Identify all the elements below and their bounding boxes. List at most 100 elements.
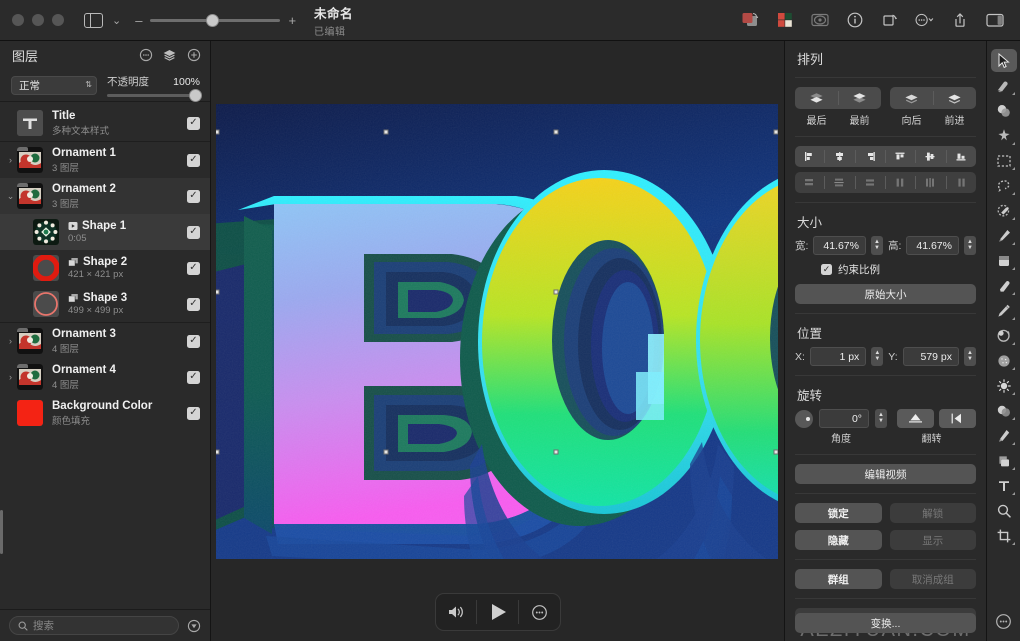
selection-brush-tool[interactable]: [991, 199, 1017, 222]
crop-tool[interactable]: [991, 524, 1017, 547]
smudge-tool[interactable]: [991, 74, 1017, 97]
x-input[interactable]: 1 px: [809, 347, 867, 366]
send-to-back-button[interactable]: [795, 87, 838, 109]
distribute-left-button[interactable]: [886, 172, 915, 193]
layer-row-ornament-2[interactable]: ⌄ Ornament 2 3 图层 ✓: [0, 178, 210, 214]
layer-visibility-checkbox[interactable]: ✓: [187, 225, 200, 239]
artboard[interactable]: [216, 104, 778, 559]
layer-visibility-checkbox[interactable]: ✓: [187, 261, 200, 275]
layer-visibility-checkbox[interactable]: ✓: [187, 116, 200, 130]
magic-wand-tool[interactable]: [991, 124, 1017, 147]
distribute-right-button[interactable]: [947, 172, 976, 193]
opacity-control[interactable]: 不透明度 100%: [107, 74, 202, 102]
disclosure-triangle-icon[interactable]: ›: [4, 336, 17, 346]
height-stepper[interactable]: ▲ ▼: [964, 236, 976, 255]
transform-icon[interactable]: [879, 9, 901, 31]
inspector-toggle-icon[interactable]: [984, 9, 1006, 31]
original-size-button[interactable]: 原始大小: [795, 284, 976, 304]
align-top-button[interactable]: [886, 146, 915, 167]
zoom-slider-track[interactable]: [150, 13, 281, 27]
color-swatches-icon[interactable]: [774, 9, 796, 31]
align-right-button[interactable]: [856, 146, 885, 167]
x-stepper[interactable]: ▲ ▼: [871, 347, 884, 366]
rectangular-marquee-tool[interactable]: [991, 149, 1017, 172]
transform-button[interactable]: 变换...: [795, 613, 976, 633]
shape-tool[interactable]: [991, 449, 1017, 472]
width-input[interactable]: 41.67%: [813, 236, 866, 255]
paintbrush-tool[interactable]: [991, 224, 1017, 247]
layers-list[interactable]: Title 多种文本样式 ✓ › Ornament 1 3 图层 ✓ ⌄ Ornament 2 3…: [0, 102, 210, 609]
lasso-tool[interactable]: [991, 174, 1017, 197]
maximize-button[interactable]: [52, 14, 64, 26]
pencil-tool[interactable]: [991, 299, 1017, 322]
align-middle-v-button[interactable]: [916, 146, 945, 167]
bring-to-front-button[interactable]: [839, 87, 882, 109]
layer-visibility-checkbox[interactable]: ✓: [187, 297, 200, 311]
selection-handle-bl[interactable]: [216, 449, 220, 455]
zoom-out-icon[interactable]: –: [135, 14, 142, 27]
zoom-slider-knob[interactable]: [206, 13, 220, 27]
dodge-tool[interactable]: [991, 374, 1017, 397]
y-input[interactable]: 579 px: [902, 347, 960, 366]
edit-video-button[interactable]: 编辑视频: [795, 464, 976, 484]
layer-row-shape-3[interactable]: Shape 3 499 × 499 px ✓: [0, 286, 210, 322]
y-stepper[interactable]: ▲ ▼: [964, 347, 977, 366]
zoom-in-icon[interactable]: +: [288, 14, 296, 27]
opacity-slider-track[interactable]: [107, 88, 202, 102]
flip-vertical-button[interactable]: [897, 409, 934, 428]
distribute-middle-button[interactable]: [825, 172, 854, 193]
selection-handle-tr[interactable]: [553, 129, 559, 135]
pen-tool[interactable]: [991, 424, 1017, 447]
opacity-slider-knob[interactable]: [189, 88, 202, 102]
bring-forward-button[interactable]: [934, 87, 977, 109]
selection-handle-tl[interactable]: [216, 129, 220, 135]
distribute-bottom-button[interactable]: [856, 172, 885, 193]
constrain-proportions-row[interactable]: ✓ 约束比例: [785, 255, 986, 277]
distribute-top-button[interactable]: [795, 172, 824, 193]
toolbar-scroll-indicator[interactable]: [0, 510, 3, 554]
angle-input[interactable]: 0°: [819, 409, 869, 428]
move-tool[interactable]: [990, 49, 1017, 72]
layer-row-ornament-4[interactable]: › Ornament 4 4 图层 ✓: [0, 359, 210, 395]
minimize-button[interactable]: [32, 14, 44, 26]
layer-visibility-checkbox[interactable]: ✓: [187, 153, 200, 167]
info-icon[interactable]: [844, 9, 866, 31]
lock-button[interactable]: 锁定: [795, 503, 882, 523]
flip-horizontal-button[interactable]: [939, 409, 976, 428]
layer-visibility-checkbox[interactable]: ✓: [187, 189, 200, 203]
zoom-tool[interactable]: [991, 499, 1017, 522]
sidebar-toggle-button[interactable]: [80, 9, 106, 31]
pixel-preview-icon[interactable]: [809, 9, 831, 31]
layer-row-background-color[interactable]: Background Color 颜色填充 ✓: [0, 395, 210, 431]
selection-handle-tc[interactable]: [383, 129, 389, 135]
align-bottom-button[interactable]: [947, 146, 976, 167]
noise-tool[interactable]: [991, 349, 1017, 372]
constrain-proportions-checkbox[interactable]: ✓: [821, 264, 832, 275]
more-icon[interactable]: [138, 48, 153, 63]
share-icon[interactable]: [949, 9, 971, 31]
more-options-icon[interactable]: [914, 9, 936, 31]
layer-visibility-checkbox[interactable]: ✓: [187, 406, 200, 420]
selection-handle-tr2[interactable]: [773, 129, 778, 135]
align-center-h-button[interactable]: [825, 146, 854, 167]
angle-stepper[interactable]: ▲ ▼: [875, 409, 887, 428]
view-options-chevron-down-icon[interactable]: ⌄: [112, 14, 121, 27]
disclosure-triangle-icon[interactable]: ›: [4, 155, 17, 165]
layer-visibility-checkbox[interactable]: ✓: [187, 370, 200, 384]
disclosure-triangle-icon[interactable]: ›: [4, 372, 17, 382]
selection-handle-ml[interactable]: [216, 289, 220, 295]
eraser-tool[interactable]: [991, 274, 1017, 297]
duplicate-icon[interactable]: [739, 9, 761, 31]
more-tools-button[interactable]: [991, 610, 1017, 633]
layer-row-ornament-1[interactable]: › Ornament 1 3 图层 ✓: [0, 142, 210, 178]
disclosure-triangle-icon[interactable]: ⌄: [4, 191, 17, 202]
blur-tool[interactable]: [991, 399, 1017, 422]
clone-stamp-tool[interactable]: [991, 324, 1017, 347]
layer-visibility-checkbox[interactable]: ✓: [187, 334, 200, 348]
volume-button[interactable]: [436, 594, 477, 630]
width-stepper[interactable]: ▲ ▼: [871, 236, 883, 255]
layer-row-title[interactable]: Title 多种文本样式 ✓: [0, 105, 210, 141]
text-tool[interactable]: [991, 474, 1017, 497]
distribute-center-button[interactable]: [916, 172, 945, 193]
height-input[interactable]: 41.67%: [906, 236, 959, 255]
